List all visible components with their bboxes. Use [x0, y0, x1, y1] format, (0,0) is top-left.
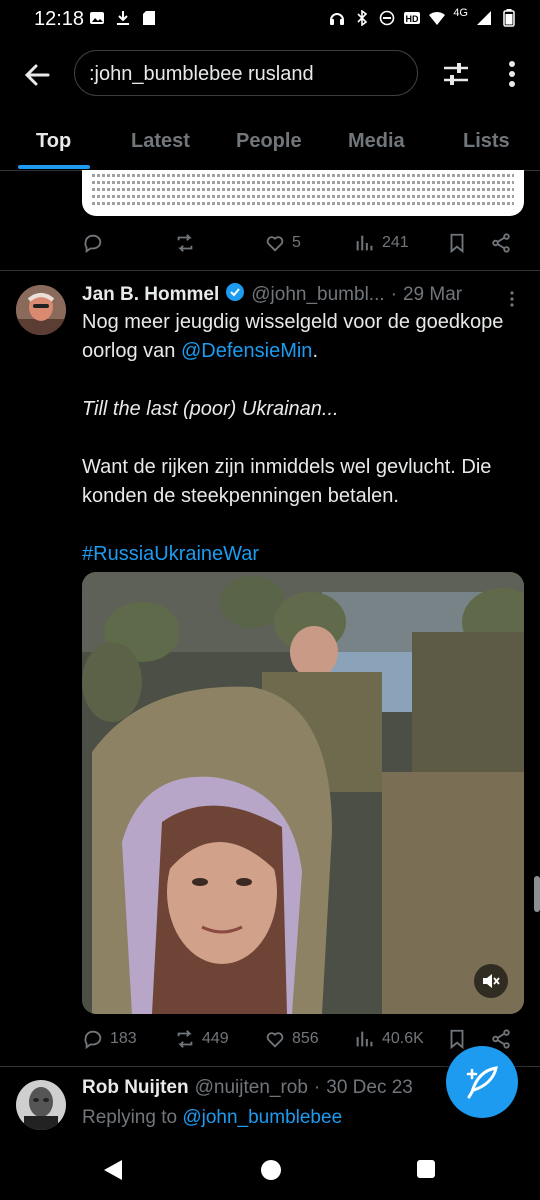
mention-link[interactable]: @DefensieMin [181, 340, 312, 362]
triangle-back-icon [104, 1160, 122, 1180]
share-button[interactable] [490, 232, 512, 254]
replying-to: Replying to @john_bumblebee [82, 1107, 343, 1128]
author-handle[interactable]: @nuijten_rob [195, 1077, 308, 1099]
tweet-paragraph-3: Want de rijken zijn inmiddels wel gevluc… [82, 456, 492, 507]
nav-home-button[interactable] [260, 1159, 282, 1186]
do-not-disturb-icon [378, 9, 396, 27]
heart-icon [266, 236, 284, 252]
divider [0, 270, 540, 271]
nav-back-button[interactable] [102, 1158, 124, 1187]
gallery-icon [88, 9, 106, 27]
tweet-header: Jan B. Hommel @john_bumbl... · 29 Mar [82, 282, 462, 308]
views-count: 241 [382, 234, 409, 251]
avatar[interactable] [16, 285, 66, 335]
avatar[interactable] [16, 1080, 66, 1130]
bookmark-button[interactable] [446, 232, 468, 254]
bluetooth-icon [353, 9, 371, 27]
repost-button[interactable]: 449 [174, 1028, 229, 1050]
status-time: 12:18 [34, 8, 85, 30]
tweet-more-button[interactable] [508, 290, 516, 308]
views-button[interactable]: 40.6K [354, 1028, 424, 1050]
search-tabs: Top Latest People Media Lists [0, 118, 540, 171]
tab-people[interactable]: People [236, 130, 302, 153]
signal-icon [475, 9, 493, 27]
like-count: 5 [292, 234, 301, 251]
battery-icon [500, 9, 518, 27]
tweet-paragraph-2: Till the last (poor) Ukrainan... [82, 398, 339, 420]
wifi-icon [428, 9, 446, 27]
search-input[interactable]: :john_bumblebee rusland [74, 50, 418, 96]
tweet-date[interactable]: 30 Dec 23 [326, 1077, 413, 1099]
author-name[interactable]: Jan B. Hommel [82, 284, 219, 306]
hd-icon: HD [403, 9, 421, 27]
repost-icon [177, 1030, 193, 1048]
views-icon [356, 235, 373, 251]
tab-top[interactable]: Top [36, 130, 71, 153]
tweet-header: Rob Nuijten @nuijten_rob · 30 Dec 23 [82, 1077, 413, 1099]
tweet-body: Nog meer jeugdig wisselgeld voor de goed… [82, 308, 522, 569]
repost-button[interactable] [174, 232, 196, 254]
share-icon [492, 233, 510, 253]
search-header: :john_bumblebee rusland [0, 44, 540, 104]
reply-icon [84, 1030, 102, 1050]
like-button[interactable]: 5 [264, 232, 301, 254]
heart-icon [266, 1032, 284, 1048]
tweet-date[interactable]: 29 Mar [403, 284, 462, 306]
nav-recents-button[interactable] [416, 1159, 436, 1184]
reply-button[interactable] [82, 232, 104, 254]
home-circle-icon [261, 1160, 281, 1180]
headset-icon [328, 9, 346, 27]
separator: · [390, 284, 397, 305]
hashtag-link[interactable]: #RussiaUkraineWar [82, 540, 522, 569]
sliders-icon [444, 63, 468, 85]
bookmark-icon [450, 233, 464, 254]
more-vertical-icon [509, 61, 515, 87]
overflow-menu-button[interactable] [500, 58, 524, 90]
scrollbar[interactable] [534, 876, 540, 912]
previous-tweet-actions: 5 241 [82, 232, 512, 260]
author-name[interactable]: Rob Nuijten [82, 1077, 189, 1099]
separator: · [313, 1077, 321, 1098]
search-query[interactable]: :john_bumblebee rusland [89, 63, 314, 86]
tab-latest[interactable]: Latest [131, 130, 190, 153]
tweet-paragraph-1: Nog meer jeugdig wisselgeld voor de goed… [82, 311, 504, 362]
svg-text:HD: HD [406, 14, 419, 24]
network-type: 4G [453, 7, 468, 19]
compose-button[interactable] [446, 1046, 518, 1118]
tab-lists[interactable]: Lists [463, 130, 510, 153]
views-button[interactable]: 241 [354, 232, 409, 254]
like-button[interactable]: 856 [264, 1028, 319, 1050]
mute-button[interactable] [474, 964, 508, 998]
status-bar: 12:18 HD 4G [0, 0, 540, 38]
arrow-left-icon [24, 64, 50, 86]
active-tab-indicator [18, 165, 90, 169]
views-icon [356, 1031, 373, 1047]
replying-to-handle[interactable]: @john_bumblebee [182, 1107, 342, 1128]
reply-count: 183 [110, 1030, 137, 1047]
square-recents-icon [417, 1160, 435, 1178]
author-handle[interactable]: @john_bumbl... [251, 284, 384, 306]
reply-button[interactable]: 183 [82, 1028, 137, 1050]
like-count: 856 [292, 1030, 319, 1047]
tab-media[interactable]: Media [348, 130, 405, 153]
sd-card-icon [140, 9, 158, 27]
compose-feather-icon [466, 1066, 498, 1099]
verified-badge-icon [225, 282, 245, 308]
views-count: 40.6K [382, 1030, 424, 1047]
tweet-video[interactable] [82, 572, 524, 1014]
more-vertical-icon [510, 291, 514, 307]
volume-muted-icon [483, 974, 500, 988]
reply-icon [84, 234, 102, 254]
previous-tweet-media[interactable] [82, 170, 524, 216]
repost-icon [177, 234, 193, 252]
system-navigation-bar [0, 1140, 540, 1200]
download-icon [114, 9, 132, 27]
repost-count: 449 [202, 1030, 229, 1047]
back-button[interactable] [20, 58, 54, 92]
filter-button[interactable] [440, 58, 472, 90]
